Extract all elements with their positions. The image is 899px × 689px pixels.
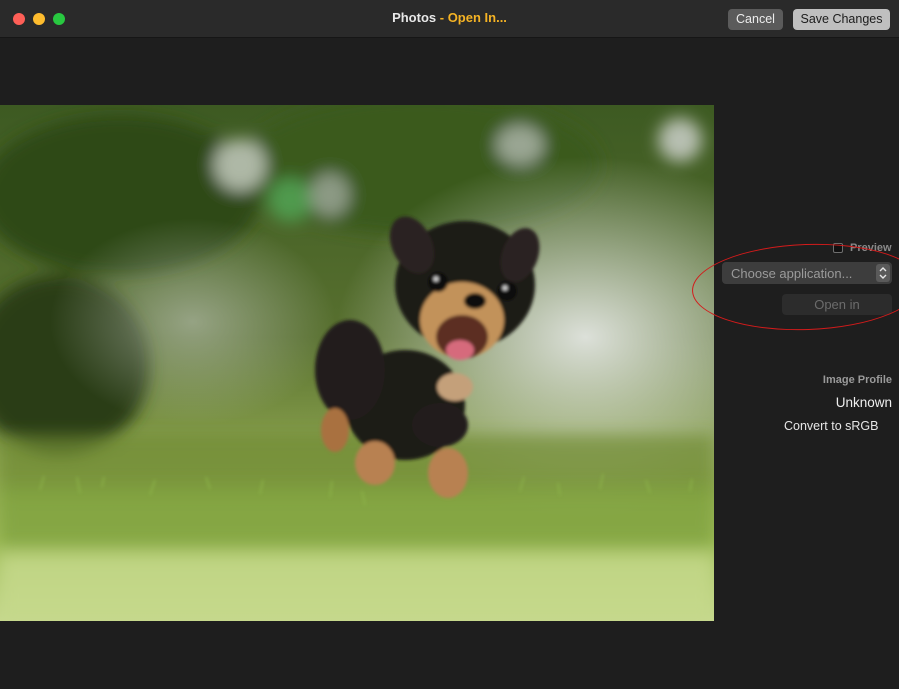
dog-photo <box>0 105 714 621</box>
updown-chevron-icon <box>876 264 890 282</box>
preview-label: Preview <box>850 242 892 254</box>
application-select-value: Choose application... <box>731 266 853 281</box>
open-in-panel: Preview Choose application... Open in Im… <box>714 38 899 689</box>
save-changes-button[interactable]: Save Changes <box>793 9 890 30</box>
open-in-button[interactable]: Open in <box>782 294 892 315</box>
preview-checkbox[interactable] <box>833 243 843 253</box>
title-app-name: Photos <box>392 10 437 25</box>
cancel-button[interactable]: Cancel <box>728 9 783 30</box>
photo-canvas[interactable] <box>0 105 714 621</box>
convert-to-srgb-option[interactable]: Convert to sRGB <box>784 419 878 433</box>
image-profile-label: Image Profile <box>822 374 892 386</box>
application-select[interactable]: Choose application... <box>722 262 892 284</box>
image-profile-value: Unknown <box>835 395 892 410</box>
title-action: Open In... <box>447 10 507 25</box>
title-bar: Photos - Open In... Cancel Save Changes <box>0 0 899 38</box>
title-separator: - <box>436 10 448 25</box>
